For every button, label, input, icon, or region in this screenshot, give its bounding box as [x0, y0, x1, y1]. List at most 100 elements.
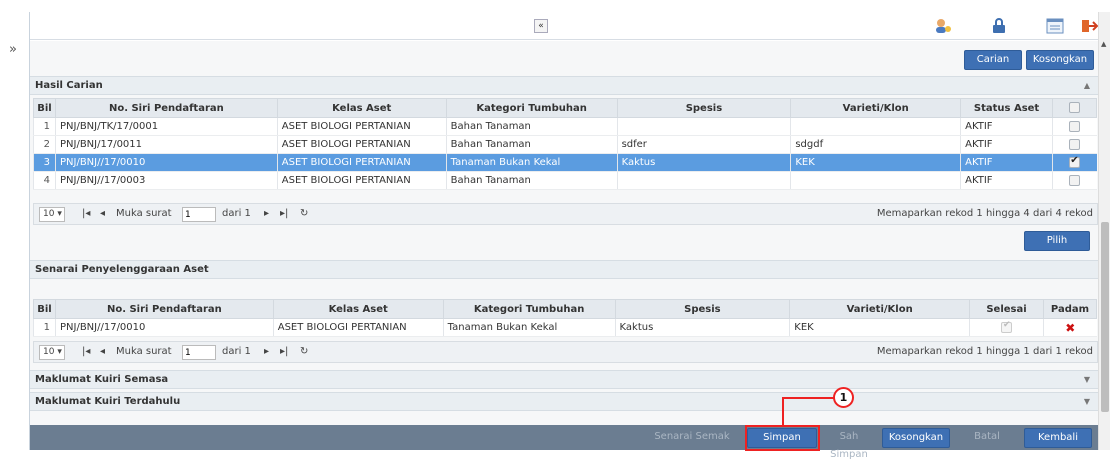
row-checkbox[interactable]	[1069, 120, 1081, 132]
top-toolbar: «	[30, 12, 1098, 40]
column-header[interactable]: Spesis	[614, 299, 791, 319]
maintenance-header-row: Bil No. Siri Pendaftaran Kelas Aset Kate…	[33, 299, 1098, 319]
page-label: Muka surat	[116, 346, 172, 357]
first-page-icon[interactable]: |◂	[82, 346, 90, 357]
row-checkbox[interactable]	[1069, 174, 1081, 186]
action-footer: Senarai Semak Simpan Sah Simpan Kosongka…	[30, 425, 1098, 460]
cell-kelas-aset: ASET BIOLOGI PERTANIAN	[276, 117, 447, 136]
expand-down-icon[interactable]: ▼	[1084, 371, 1090, 389]
column-header[interactable]: Kategori Tumbuhan	[442, 299, 616, 319]
table-row[interactable]: 2 PNJ/BNJ/17/0011 ASET BIOLOGI PERTANIAN…	[33, 135, 1097, 154]
column-header[interactable]: Varieti/Klon	[790, 98, 962, 118]
back-button[interactable]: Kembali	[1024, 428, 1092, 448]
results-section-header[interactable]: Hasil Carian ▲	[30, 76, 1098, 95]
table-row-selected[interactable]: 3 PNJ/BNJ//17/0010 ASET BIOLOGI PERTANIA…	[33, 153, 1097, 172]
cell-spesis: Kaktus	[616, 153, 791, 172]
cell-kelas-aset: ASET BIOLOGI PERTANIAN	[272, 318, 444, 337]
page-number-input[interactable]	[182, 207, 216, 222]
column-header[interactable]: No. Siri Pendaftaran	[54, 299, 274, 319]
row-number: 2	[33, 135, 56, 154]
page-scrollbar[interactable]: ▲	[1098, 12, 1110, 450]
cell-spesis	[616, 171, 791, 190]
logout-icon[interactable]	[1080, 18, 1098, 34]
page-size-select[interactable]: 10 ▾	[39, 207, 65, 222]
delete-icon[interactable]: ✖	[1042, 318, 1097, 337]
row-number: 3	[33, 153, 56, 172]
scroll-up-icon[interactable]: ▲	[1101, 40, 1106, 48]
cell-spesis: sdfer	[616, 135, 791, 154]
window-top-border	[0, 0, 1110, 12]
cell-no-siri: PNJ/BNJ/17/0011	[54, 135, 278, 154]
table-row[interactable]: 4 PNJ/BNJ//17/0003 ASET BIOLOGI PERTANIA…	[33, 171, 1097, 190]
expand-sidebar-icon[interactable]: »	[9, 42, 17, 57]
cell-status: AKTIF	[960, 153, 1053, 172]
next-page-icon[interactable]: ▸	[264, 346, 269, 357]
scrollbar-thumb[interactable]	[1101, 222, 1109, 412]
confirm-save-button[interactable]: Sah Simpan	[820, 428, 878, 460]
prev-page-icon[interactable]: ◂	[100, 346, 105, 357]
next-page-icon[interactable]: ▸	[264, 208, 269, 219]
column-header[interactable]: No. Siri Pendaftaran	[54, 98, 278, 118]
cancel-button[interactable]: Batal	[960, 428, 1014, 448]
left-panel-strip: »	[0, 12, 30, 450]
previous-query-section-header[interactable]: Maklumat Kuiri Terdahulu ▼	[30, 392, 1098, 411]
refresh-icon[interactable]: ↻	[300, 346, 308, 357]
record-summary: Memaparkan rekod 1 hingga 4 dari 4 rekod	[876, 208, 1093, 219]
column-header[interactable]: Kelas Aset	[276, 98, 447, 118]
clear-button[interactable]: Kosongkan	[882, 428, 950, 448]
row-checkbox-checked[interactable]	[1069, 155, 1081, 168]
current-query-title: Maklumat Kuiri Semasa	[35, 374, 169, 385]
user-icon[interactable]	[934, 18, 952, 34]
checkbox-cell	[1052, 153, 1097, 172]
clear-search-button[interactable]: Kosongkan	[1026, 50, 1094, 70]
list-icon[interactable]	[1046, 18, 1064, 34]
expand-down-icon[interactable]: ▼	[1084, 393, 1090, 411]
cell-status: AKTIF	[960, 135, 1053, 154]
cell-kategori: Bahan Tanaman	[445, 117, 618, 136]
column-header[interactable]: Bil	[33, 98, 56, 118]
cell-no-siri: PNJ/BNJ//17/0003	[54, 171, 278, 190]
search-button[interactable]: Carian	[964, 50, 1022, 70]
column-header[interactable]: Padam	[1042, 299, 1098, 319]
column-header[interactable]: Bil	[33, 299, 56, 319]
column-header[interactable]: Kategori Tumbuhan	[445, 98, 618, 118]
select-button[interactable]: Pilih	[1024, 231, 1090, 251]
cell-status: AKTIF	[960, 117, 1053, 136]
table-row[interactable]: 1 PNJ/BNJ//17/0010 ASET BIOLOGI PERTANIA…	[33, 318, 1097, 337]
cell-kategori: Bahan Tanaman	[445, 135, 618, 154]
current-query-section-header[interactable]: Maklumat Kuiri Semasa ▼	[30, 370, 1098, 389]
column-header[interactable]: Selesai	[969, 299, 1044, 319]
collapse-up-icon[interactable]: ▲	[1084, 77, 1090, 95]
cell-varieti: sdgdf	[790, 135, 961, 154]
select-all-checkbox[interactable]	[1069, 102, 1080, 114]
row-checkbox[interactable]	[1069, 138, 1081, 150]
select-all-header[interactable]	[1052, 98, 1097, 118]
last-page-icon[interactable]: ▸|	[280, 346, 288, 357]
table-row[interactable]: 1 PNJ/BNJ/TK/17/0001 ASET BIOLOGI PERTAN…	[33, 117, 1097, 136]
page-size-select[interactable]: 10 ▾	[39, 345, 65, 360]
column-header[interactable]: Varieti/Klon	[789, 299, 971, 319]
cell-kategori: Bahan Tanaman	[445, 171, 618, 190]
column-header[interactable]: Spesis	[616, 98, 792, 118]
lock-icon[interactable]	[990, 18, 1008, 34]
column-header[interactable]: Kelas Aset	[272, 299, 444, 319]
maintenance-section-title: Senarai Penyelenggaraan Aset	[35, 264, 209, 275]
cell-status: AKTIF	[960, 171, 1053, 190]
record-summary: Memaparkan rekod 1 hingga 1 dari 1 rekod	[876, 346, 1093, 357]
selesai-checkbox	[1001, 320, 1013, 333]
checklist-button[interactable]: Senarai Semak	[648, 428, 736, 448]
prev-page-icon[interactable]: ◂	[100, 208, 105, 219]
refresh-icon[interactable]: ↻	[300, 208, 308, 219]
first-page-icon[interactable]: |◂	[82, 208, 90, 219]
results-section-title: Hasil Carian	[35, 80, 103, 91]
callout-line-horizontal	[783, 397, 834, 399]
cell-no-siri: PNJ/BNJ//17/0010	[54, 318, 274, 337]
results-pager: 10 ▾ |◂ ◂ Muka surat dari 1 ▸ ▸| ↻ Memap…	[33, 203, 1098, 225]
page-number-input[interactable]	[182, 345, 216, 360]
page-label: Muka surat	[116, 208, 172, 219]
row-number: 4	[33, 171, 56, 190]
last-page-icon[interactable]: ▸|	[280, 208, 288, 219]
collapse-header-icon[interactable]: «	[534, 19, 548, 33]
cell-kategori: Tanaman Bukan Kekal	[445, 153, 618, 172]
column-header[interactable]: Status Aset	[960, 98, 1053, 118]
